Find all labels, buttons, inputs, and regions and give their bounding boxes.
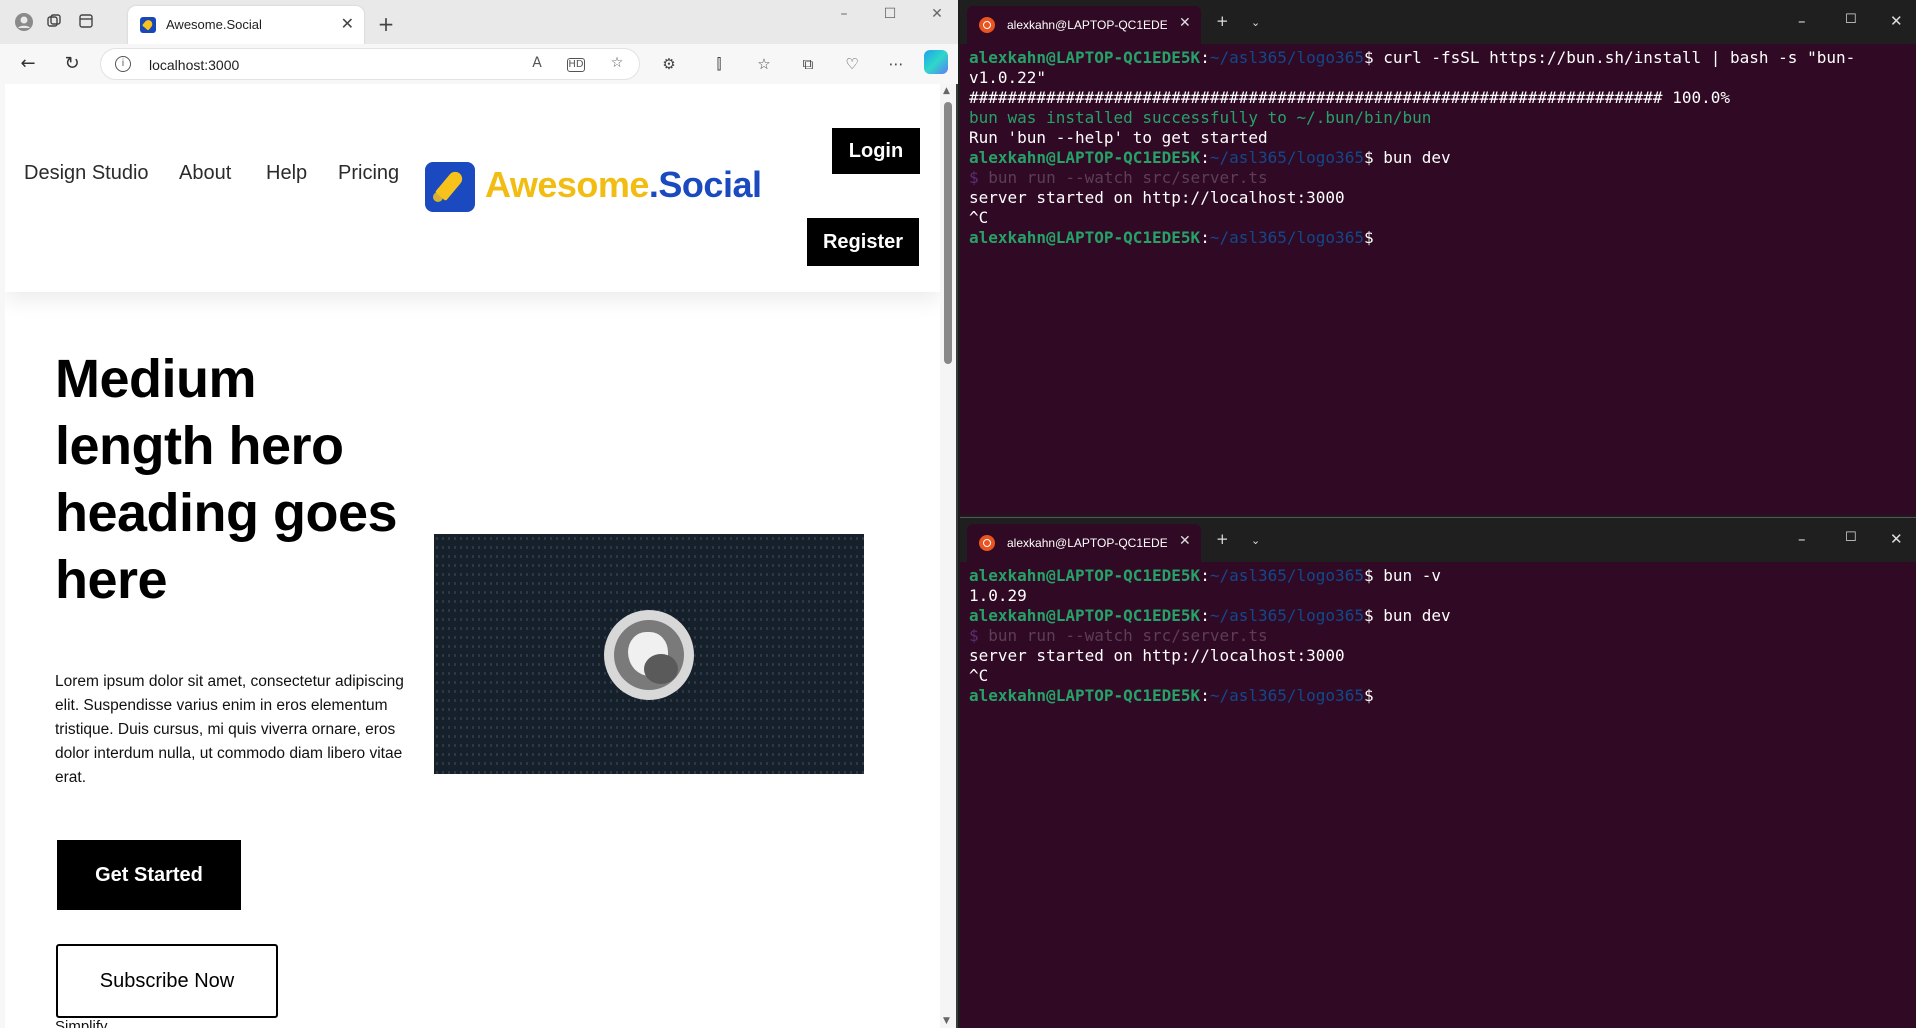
tab-dropdown-icon[interactable]: ⌄ [1251, 534, 1260, 547]
favorite-star-icon[interactable]: ☆ [607, 55, 627, 71]
terminal-tabbar: alexkahn@LAPTOP-QC1EDE5K ✕ + ⌄ – ☐ ✕ [960, 0, 1916, 44]
browser-tabstrip: Awesome.Social ✕ + – ☐ ✕ [0, 0, 958, 48]
browser-essentials-icon[interactable]: ♡ [840, 52, 864, 76]
refresh-icon[interactable]: ↻ [60, 52, 84, 76]
scroll-down-icon[interactable]: ▼ [943, 1016, 950, 1026]
site-logo[interactable]: Awesome.Social [485, 164, 762, 206]
ubuntu-icon [979, 535, 995, 551]
terminal-output-line: $ bun run --watch src/server.ts [969, 168, 1268, 187]
tab-title: Awesome.Social [166, 17, 262, 32]
terminal-window-bottom: alexkahn@LAPTOP-QC1EDE5K ✕ + ⌄ – ☐ ✕ ale… [960, 517, 1916, 1028]
terminal-tab-title: alexkahn@LAPTOP-QC1EDE5K [1007, 536, 1167, 550]
close-tab-icon[interactable]: ✕ [1179, 533, 1191, 549]
hero-heading: Medium length hero heading goes here [55, 349, 398, 610]
get-started-button[interactable]: Get Started [57, 840, 241, 910]
nav-design-studio[interactable]: Design Studio [24, 162, 149, 185]
minimize-icon[interactable]: – [1798, 530, 1806, 548]
browser-tab[interactable]: Awesome.Social ✕ [128, 6, 364, 44]
split-screen-icon[interactable]: ⫿ [707, 52, 731, 76]
terminal-tab[interactable]: alexkahn@LAPTOP-QC1EDE5K ✕ [967, 524, 1201, 562]
login-button[interactable]: Login [832, 128, 920, 174]
terminal-prompt-line: alexkahn@LAPTOP-QC1EDE5K:~/asl365/logo36… [969, 228, 1384, 247]
back-icon[interactable]: ← [16, 52, 40, 76]
web-page: Design Studio About Help Pricing Awesome… [5, 84, 940, 1028]
close-window-icon[interactable]: ✕ [1890, 530, 1903, 548]
terminal-prompt-line: alexkahn@LAPTOP-QC1EDE5K:~/asl365/logo36… [969, 606, 1451, 625]
terminal-tabbar: alexkahn@LAPTOP-QC1EDE5K ✕ + ⌄ – ☐ ✕ [960, 518, 1916, 562]
hero-image [434, 534, 864, 774]
read-aloud-icon[interactable]: A [527, 55, 547, 71]
new-tab-icon[interactable]: + [1216, 530, 1229, 548]
simplify-text: Simplify [55, 1018, 108, 1028]
nav-about[interactable]: About [179, 162, 231, 185]
terminal-output-line: server started on http://localhost:3000 [969, 646, 1345, 665]
favorites-icon[interactable]: ☆ [752, 52, 776, 76]
terminal-output-line: ^C [969, 666, 989, 685]
terminal-output-line: $ bun run --watch src/server.ts [969, 626, 1268, 645]
workspaces-icon[interactable] [42, 12, 66, 36]
register-button[interactable]: Register [807, 218, 919, 266]
nav-help[interactable]: Help [266, 162, 307, 185]
terminal-prompt-line: alexkahn@LAPTOP-QC1EDE5K:~/asl365/logo36… [969, 686, 1384, 705]
maximize-icon[interactable]: ☐ [1845, 12, 1857, 27]
wolf-avatar-icon [604, 610, 694, 700]
copilot-icon[interactable] [924, 50, 948, 74]
terminal-output[interactable]: alexkahn@LAPTOP-QC1EDE5K:~/asl365/logo36… [969, 566, 1909, 706]
terminal-output-line: server started on http://localhost:3000 [969, 188, 1345, 207]
logo-text-part1: Awesome [485, 164, 649, 205]
terminal-output-line: ########################################… [969, 88, 1730, 107]
terminal-tab-title: alexkahn@LAPTOP-QC1EDE5K [1007, 18, 1167, 32]
browser-window: Awesome.Social ✕ + – ☐ ✕ ← ↻ i localhost… [0, 0, 958, 1028]
site-header: Design Studio About Help Pricing Awesome… [5, 84, 940, 292]
page-scrollbar[interactable]: ▲ ▼ [940, 84, 956, 1028]
collections-icon[interactable]: ⧉ [796, 52, 820, 76]
close-window-icon[interactable]: ✕ [1890, 12, 1903, 30]
close-tab-icon[interactable]: ✕ [341, 14, 354, 34]
terminal-output-line: 1.0.29 [969, 586, 1027, 605]
close-window-icon[interactable]: ✕ [925, 6, 949, 22]
scroll-up-icon[interactable]: ▲ [943, 86, 950, 96]
favicon-icon [140, 17, 156, 33]
terminal-window-top: alexkahn@LAPTOP-QC1EDE5K ✕ + ⌄ – ☐ ✕ ale… [960, 0, 1916, 515]
profile-icon[interactable] [12, 12, 36, 36]
nav-pricing[interactable]: Pricing [338, 162, 399, 185]
more-menu-icon[interactable]: ⋯ [884, 52, 908, 76]
maximize-icon[interactable]: ☐ [878, 6, 902, 22]
new-tab-icon[interactable]: + [374, 12, 398, 36]
tab-dropdown-icon[interactable]: ⌄ [1251, 16, 1260, 29]
new-tab-icon[interactable]: + [1216, 12, 1229, 30]
site-info-icon[interactable]: i [115, 56, 131, 72]
ubuntu-icon [979, 17, 995, 33]
minimize-icon[interactable]: – [1798, 12, 1806, 30]
terminal-prompt-line: alexkahn@LAPTOP-QC1EDE5K:~/asl365/logo36… [969, 48, 1856, 67]
terminal-prompt-line: alexkahn@LAPTOP-QC1EDE5K:~/asl365/logo36… [969, 566, 1442, 585]
terminal-prompt-line: alexkahn@LAPTOP-QC1EDE5K:~/asl365/logo36… [969, 148, 1451, 167]
browser-toolbar: ← ↻ i localhost:3000 A HD ☆ ⚙ ⫿ ☆ ⧉ ♡ ⋯ [0, 44, 958, 84]
terminal-output-line: bun was installed successfully to ~/.bun… [969, 108, 1432, 127]
close-tab-icon[interactable]: ✕ [1179, 15, 1191, 31]
minimize-icon[interactable]: – [832, 6, 856, 22]
extensions-icon[interactable]: ⚙ [657, 52, 681, 76]
logo-text-part2: .Social [648, 164, 762, 205]
vertical-tabs-icon[interactable] [74, 12, 98, 36]
terminal-output-line: ^C [969, 208, 989, 227]
hero-paragraph: Lorem ipsum dolor sit amet, consectetur … [55, 673, 404, 786]
rocket-logo-icon[interactable] [425, 162, 475, 212]
terminal-output-line: v1.0.22" [969, 68, 1047, 87]
terminal-tab[interactable]: alexkahn@LAPTOP-QC1EDE5K ✕ [967, 6, 1201, 44]
subscribe-button[interactable]: Subscribe Now [56, 944, 278, 1018]
scroll-thumb[interactable] [944, 102, 952, 364]
terminal-output-line: Run 'bun --help' to get started [969, 128, 1268, 147]
url-text: localhost:3000 [149, 57, 240, 73]
maximize-icon[interactable]: ☐ [1845, 530, 1857, 545]
address-bar[interactable]: i localhost:3000 A HD ☆ [100, 48, 640, 80]
terminal-output[interactable]: alexkahn@LAPTOP-QC1EDE5K:~/asl365/logo36… [969, 48, 1909, 248]
hd-icon[interactable]: HD [567, 58, 585, 72]
